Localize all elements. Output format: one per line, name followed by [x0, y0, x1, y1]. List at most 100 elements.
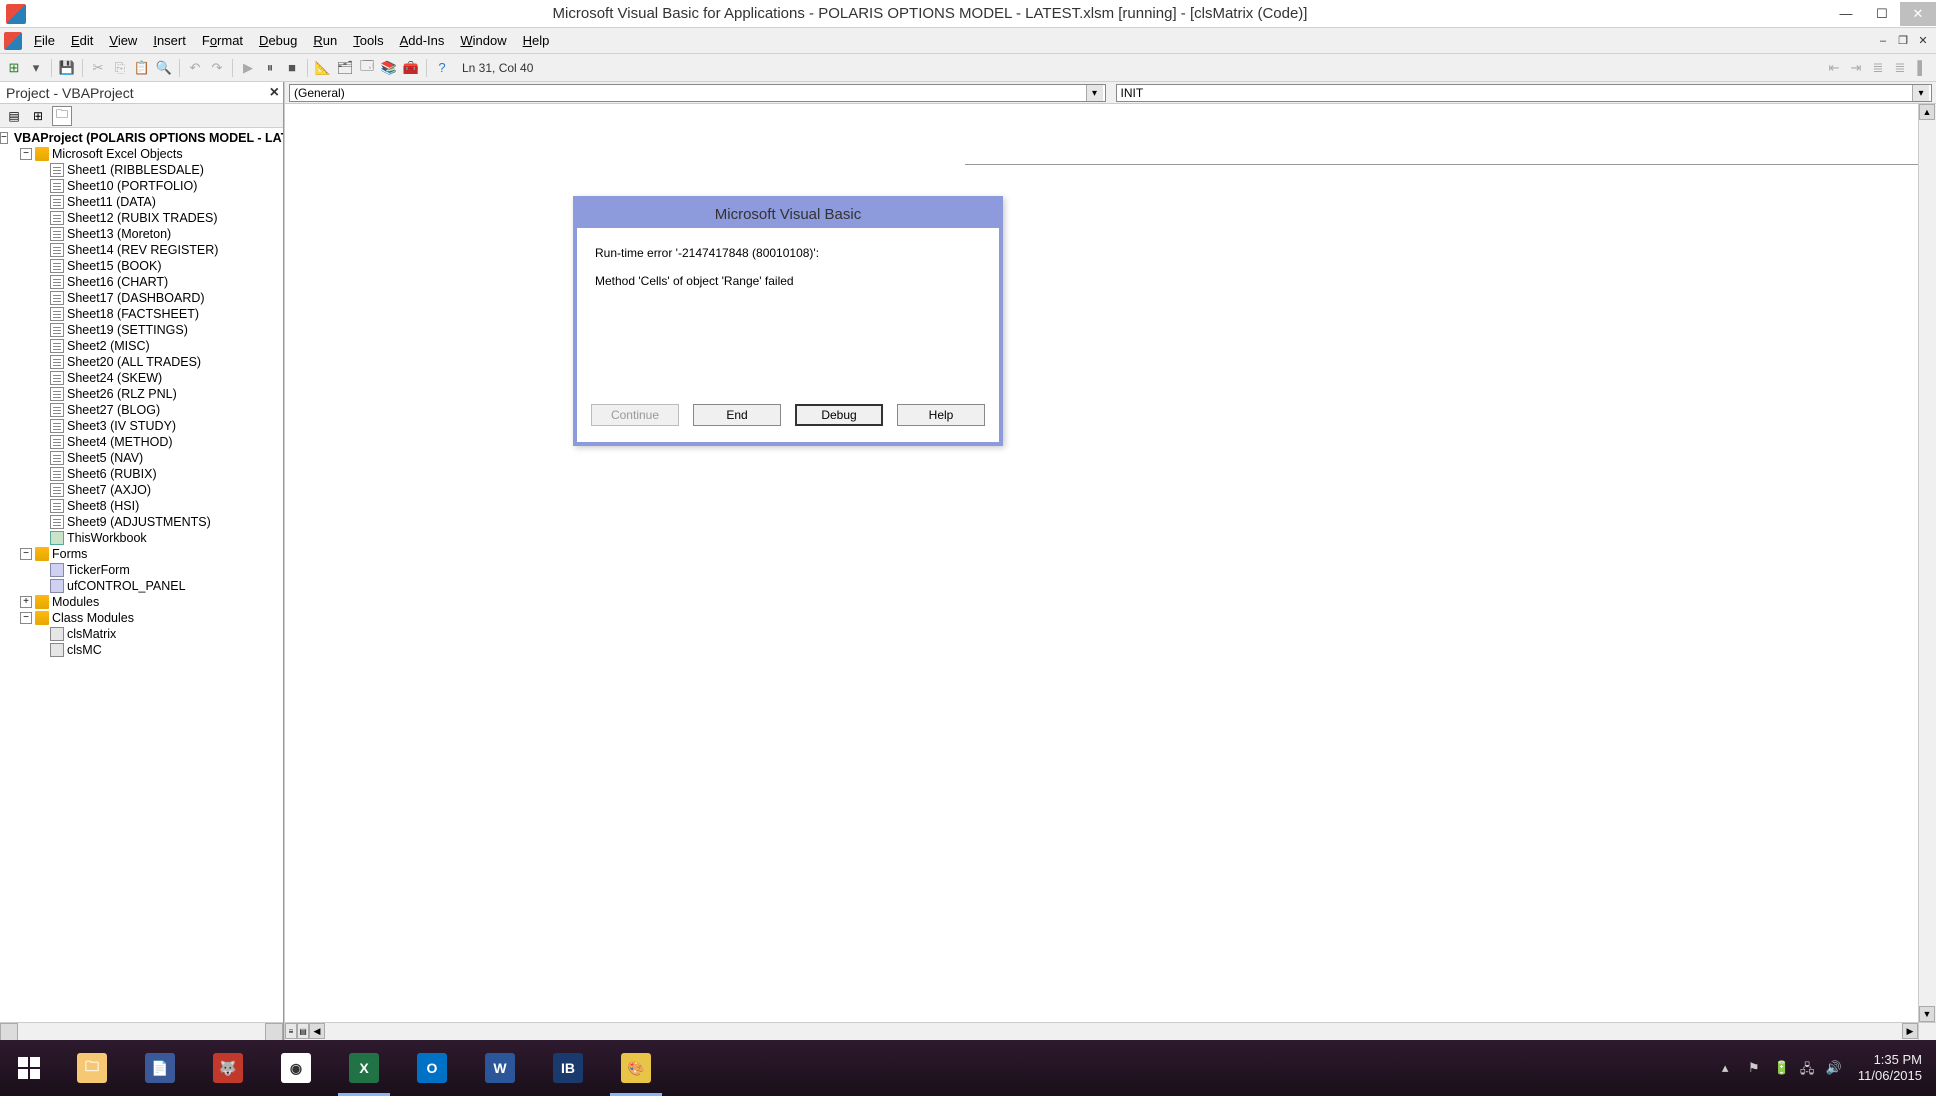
- menu-window[interactable]: Window: [452, 31, 514, 50]
- mdi-minimize-button[interactable]: –: [1874, 33, 1892, 49]
- tree-item-class[interactable]: clsMC: [0, 642, 283, 658]
- tree-folder-forms[interactable]: − Forms: [0, 546, 283, 562]
- code-editor[interactable]: ▲ ▼ ≡ ▤ ◀ ▶ Microsoft Visual Basic Run-t…: [285, 104, 1936, 1040]
- copy-button[interactable]: ⎘: [110, 58, 130, 78]
- dialog-help-button[interactable]: Help: [897, 404, 985, 426]
- find-button[interactable]: 🔍: [154, 58, 174, 78]
- tree-item-sheet[interactable]: Sheet16 (CHART): [0, 274, 283, 290]
- menu-edit[interactable]: Edit: [63, 31, 101, 50]
- tree-item-sheet[interactable]: Sheet15 (BOOK): [0, 258, 283, 274]
- tree-folder-excel-objects[interactable]: − Microsoft Excel Objects: [0, 146, 283, 162]
- taskbar-paint[interactable]: 🎨: [602, 1040, 670, 1096]
- tree-item-sheet[interactable]: Sheet5 (NAV): [0, 450, 283, 466]
- view-excel-button[interactable]: ⊞: [4, 58, 24, 78]
- comment-block-button[interactable]: ≣: [1868, 58, 1888, 78]
- undo-button[interactable]: ↶: [185, 58, 205, 78]
- menu-debug[interactable]: Debug: [251, 31, 305, 50]
- tray-clock[interactable]: 1:35 PM 11/06/2015: [1852, 1052, 1928, 1083]
- bookmark-button[interactable]: ▌: [1912, 58, 1932, 78]
- mdi-restore-button[interactable]: ❐: [1894, 33, 1912, 49]
- tree-item-sheet[interactable]: Sheet12 (RUBIX TRADES): [0, 210, 283, 226]
- scroll-up-icon[interactable]: ▲: [1919, 104, 1935, 120]
- paste-button[interactable]: 📋: [132, 58, 152, 78]
- design-mode-button[interactable]: 📐: [313, 58, 333, 78]
- view-object-button[interactable]: ⊞: [28, 106, 48, 126]
- tree-item-sheet[interactable]: Sheet27 (BLOG): [0, 402, 283, 418]
- help-button[interactable]: ?: [432, 58, 452, 78]
- tray-battery-icon[interactable]: 🔋: [1774, 1060, 1790, 1076]
- taskbar-file-explorer[interactable]: 🗀: [58, 1040, 126, 1096]
- menu-run[interactable]: Run: [305, 31, 345, 50]
- toolbox-button[interactable]: 🧰: [401, 58, 421, 78]
- debug-button[interactable]: Debug: [795, 404, 883, 426]
- code-h-scrollbar[interactable]: ≡ ▤ ◀ ▶: [285, 1022, 1918, 1040]
- close-button[interactable]: ✕: [1900, 2, 1936, 26]
- toggle-folders-button[interactable]: 🗀: [52, 106, 72, 126]
- tray-volume-icon[interactable]: 🔊: [1826, 1060, 1842, 1076]
- taskbar-ib[interactable]: IB: [534, 1040, 602, 1096]
- scroll-left-icon[interactable]: ◀: [309, 1023, 325, 1039]
- reset-button[interactable]: ■: [282, 58, 302, 78]
- tree-item-sheet[interactable]: Sheet20 (ALL TRADES): [0, 354, 283, 370]
- taskbar-app-red[interactable]: 🐺: [194, 1040, 262, 1096]
- menu-format[interactable]: Format: [194, 31, 251, 50]
- tree-item-form[interactable]: TickerForm: [0, 562, 283, 578]
- insert-module-button[interactable]: ▾: [26, 58, 46, 78]
- minimize-button[interactable]: —: [1828, 2, 1864, 26]
- project-close-button[interactable]: ×: [270, 84, 279, 102]
- tree-item-sheet[interactable]: Sheet14 (REV REGISTER): [0, 242, 283, 258]
- tree-item-sheet[interactable]: Sheet17 (DASHBOARD): [0, 290, 283, 306]
- menu-insert[interactable]: Insert: [145, 31, 194, 50]
- tree-item-sheet[interactable]: Sheet1 (RIBBLESDALE): [0, 162, 283, 178]
- run-button[interactable]: ▶: [238, 58, 258, 78]
- tree-item-sheet[interactable]: Sheet18 (FACTSHEET): [0, 306, 283, 322]
- tray-network-icon[interactable]: 🖧: [1800, 1060, 1816, 1076]
- tree-item-sheet[interactable]: Sheet2 (MISC): [0, 338, 283, 354]
- tree-item-sheet[interactable]: Sheet6 (RUBIX): [0, 466, 283, 482]
- tree-folder-modules[interactable]: + Modules: [0, 594, 283, 610]
- menu-view[interactable]: View: [101, 31, 145, 50]
- tray-up-icon[interactable]: ▴: [1722, 1060, 1738, 1076]
- tree-item-sheet[interactable]: Sheet3 (IV STUDY): [0, 418, 283, 434]
- tree-item-thisworkbook[interactable]: ThisWorkbook: [0, 530, 283, 546]
- menu-tools[interactable]: Tools: [345, 31, 391, 50]
- cut-button[interactable]: ✂: [88, 58, 108, 78]
- object-dropdown[interactable]: (General): [289, 84, 1106, 102]
- tree-item-sheet[interactable]: Sheet7 (AXJO): [0, 482, 283, 498]
- view-code-button[interactable]: ▤: [4, 106, 24, 126]
- tree-item-sheet[interactable]: Sheet11 (DATA): [0, 194, 283, 210]
- project-tree[interactable]: − VBAProject (POLARIS OPTIONS MODEL - LA…: [0, 128, 283, 1022]
- menu-file[interactable]: File: [26, 31, 63, 50]
- tree-item-sheet[interactable]: Sheet10 (PORTFOLIO): [0, 178, 283, 194]
- procedure-dropdown[interactable]: INIT: [1116, 84, 1933, 102]
- code-v-scrollbar[interactable]: ▲ ▼: [1918, 104, 1936, 1022]
- menu-addins[interactable]: Add-Ins: [392, 31, 453, 50]
- tree-item-form[interactable]: ufCONTROL_PANEL: [0, 578, 283, 594]
- indent-button[interactable]: ⇥: [1846, 58, 1866, 78]
- tree-item-sheet[interactable]: Sheet24 (SKEW): [0, 370, 283, 386]
- redo-button[interactable]: ↷: [207, 58, 227, 78]
- uncomment-block-button[interactable]: ≣: [1890, 58, 1910, 78]
- end-button[interactable]: End: [693, 404, 781, 426]
- procedure-view-button[interactable]: ≡: [285, 1023, 297, 1039]
- tree-item-class[interactable]: clsMatrix: [0, 626, 283, 642]
- taskbar-word[interactable]: W: [466, 1040, 534, 1096]
- tray-flag-icon[interactable]: ⚑: [1748, 1060, 1764, 1076]
- outdent-button[interactable]: ⇤: [1824, 58, 1844, 78]
- scroll-down-icon[interactable]: ▼: [1919, 1006, 1935, 1022]
- save-button[interactable]: 💾: [57, 58, 77, 78]
- project-h-scrollbar[interactable]: [0, 1022, 283, 1040]
- tree-item-sheet[interactable]: Sheet4 (METHOD): [0, 434, 283, 450]
- scroll-right-icon[interactable]: ▶: [1902, 1023, 1918, 1039]
- menu-help[interactable]: Help: [515, 31, 558, 50]
- taskbar-outlook[interactable]: O: [398, 1040, 466, 1096]
- project-explorer-button[interactable]: 🗂: [335, 58, 355, 78]
- properties-button[interactable]: 🗔: [357, 58, 377, 78]
- break-button[interactable]: ⏸: [260, 58, 280, 78]
- full-module-view-button[interactable]: ▤: [297, 1023, 309, 1039]
- tree-item-sheet[interactable]: Sheet8 (HSI): [0, 498, 283, 514]
- tree-root[interactable]: − VBAProject (POLARIS OPTIONS MODEL - LA…: [0, 130, 283, 146]
- object-browser-button[interactable]: 📚: [379, 58, 399, 78]
- taskbar-excel[interactable]: X: [330, 1040, 398, 1096]
- mdi-close-button[interactable]: ✕: [1914, 33, 1932, 49]
